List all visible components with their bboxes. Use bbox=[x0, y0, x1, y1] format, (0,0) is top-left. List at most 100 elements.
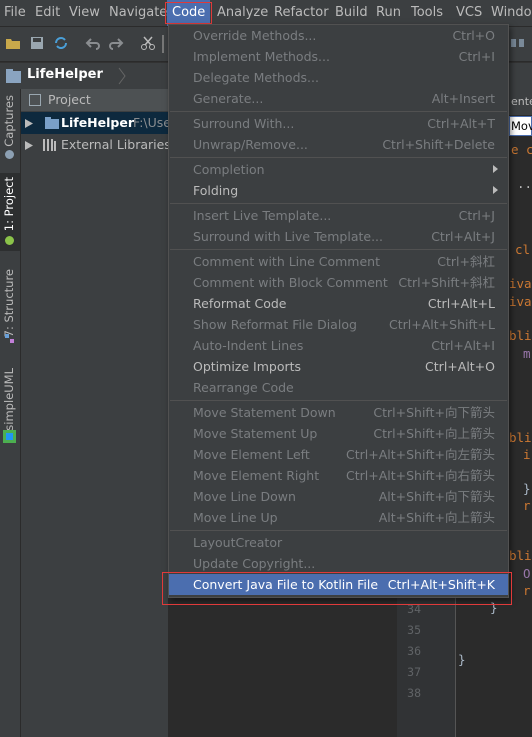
menu-item-folding[interactable]: Folding bbox=[169, 180, 508, 201]
sdk-manager-icon[interactable] bbox=[510, 35, 526, 51]
editor-search-field[interactable]: Mov bbox=[509, 116, 532, 136]
tree-item-external-libraries[interactable]: External Libraries bbox=[21, 134, 171, 156]
menu-edit[interactable]: Edit bbox=[35, 0, 60, 26]
menu-navigate[interactable]: Navigate bbox=[109, 0, 167, 26]
menu-item-unwrap-remove[interactable]: Unwrap/Remove... Ctrl+Shift+Delete bbox=[169, 134, 508, 155]
code-editor[interactable]: 34 35 36 37 38 } } bbox=[397, 598, 532, 737]
menu-item-move-statement-down[interactable]: Move Statement Down Ctrl+Shift+向下箭头 bbox=[169, 402, 508, 423]
open-folder-icon[interactable] bbox=[5, 35, 21, 51]
menu-item-generate[interactable]: Generate... Alt+Insert bbox=[169, 88, 508, 109]
menu-item-layout-creator[interactable]: LayoutCreator bbox=[169, 532, 508, 553]
code-fragment: iva bbox=[509, 294, 532, 309]
menu-item-move-statement-up[interactable]: Move Statement Up Ctrl+Shift+向上箭头 bbox=[169, 423, 508, 444]
project-panel-title[interactable]: Project bbox=[48, 92, 91, 107]
code-fragment: bli bbox=[509, 548, 532, 563]
menu-item-delegate-methods[interactable]: Delegate Methods... bbox=[169, 67, 508, 88]
expand-arrow-icon[interactable] bbox=[25, 119, 33, 128]
menu-item-optimize-imports[interactable]: Optimize Imports Ctrl+Alt+O bbox=[169, 356, 508, 377]
menu-item-update-copyright[interactable]: Update Copyright... bbox=[169, 553, 508, 574]
project-panel: Project LifeHelper F:\Use External Libra… bbox=[21, 89, 171, 737]
menu-separator bbox=[170, 400, 507, 401]
menu-item-completion[interactable]: Completion bbox=[169, 159, 508, 180]
menu-item-surround-live-template[interactable]: Surround with Live Template... Ctrl+Alt+J bbox=[169, 226, 508, 247]
menu-item-comment-block[interactable]: Comment with Block Comment Ctrl+Shift+斜杠 bbox=[169, 272, 508, 293]
menu-item-move-line-down[interactable]: Move Line Down Alt+Shift+向下箭头 bbox=[169, 486, 508, 507]
line-number: 38 bbox=[407, 686, 421, 700]
menu-refactor[interactable]: Refactor bbox=[274, 0, 329, 26]
line-number: 36 bbox=[407, 644, 421, 658]
code-fragment: cl bbox=[515, 242, 531, 257]
submenu-arrow-icon bbox=[493, 186, 498, 194]
menu-vcs[interactable]: VCS bbox=[456, 0, 482, 26]
structure-icon bbox=[5, 334, 14, 343]
expand-arrow-icon[interactable] bbox=[25, 141, 33, 150]
code-fragment: } bbox=[523, 481, 531, 496]
save-icon[interactable] bbox=[29, 35, 45, 51]
tree-item-label: External Libraries bbox=[61, 137, 171, 152]
sync-icon[interactable] bbox=[53, 35, 69, 51]
code-fragment: r bbox=[523, 583, 531, 598]
libraries-icon bbox=[43, 139, 56, 151]
tab-captures[interactable]: Captures bbox=[0, 91, 20, 161]
code-fragment: ... bbox=[517, 176, 532, 191]
tree-item-label: LifeHelper bbox=[61, 115, 134, 130]
code-fragment: iva bbox=[509, 276, 532, 291]
editor-tab-label[interactable]: enter bbox=[511, 95, 532, 108]
line-number: 35 bbox=[407, 623, 421, 637]
project-folder-icon bbox=[6, 69, 21, 83]
code-fragment: m bbox=[523, 346, 531, 361]
menu-item-move-line-up[interactable]: Move Line Up Alt+Shift+向上箭头 bbox=[169, 507, 508, 528]
project-view-icon bbox=[29, 94, 41, 106]
tree-item-path: F:\Use bbox=[133, 115, 171, 130]
menu-item-insert-live-template[interactable]: Insert Live Template... Ctrl+J bbox=[169, 205, 508, 226]
code-fragment: O bbox=[523, 566, 531, 581]
menu-window[interactable]: Window bbox=[491, 0, 532, 26]
menu-item-show-reformat-dialog[interactable]: Show Reformat File Dialog Ctrl+Alt+Shift+… bbox=[169, 314, 508, 335]
menu-item-override-methods[interactable]: Override Methods... Ctrl+O bbox=[169, 25, 508, 46]
android-project-icon bbox=[5, 236, 14, 245]
menu-item-rearrange-code[interactable]: Rearrange Code bbox=[169, 377, 508, 398]
menu-item-implement-methods[interactable]: Implement Methods... Ctrl+I bbox=[169, 46, 508, 67]
menu-item-comment-line[interactable]: Comment with Line Comment Ctrl+斜杠 bbox=[169, 251, 508, 272]
menu-analyze[interactable]: Analyze bbox=[217, 0, 268, 26]
cut-icon[interactable] bbox=[140, 35, 156, 51]
code-fragment: } bbox=[458, 652, 466, 667]
uml-icon bbox=[3, 430, 16, 443]
menu-run[interactable]: Run bbox=[376, 0, 401, 26]
toolbar-divider bbox=[162, 35, 164, 53]
editor-search-text: Mov bbox=[511, 119, 532, 133]
menu-view[interactable]: View bbox=[69, 0, 100, 26]
tab-project[interactable]: 1: Project bbox=[0, 173, 20, 251]
tree-item-lifehelper[interactable]: LifeHelper F:\Use bbox=[21, 112, 171, 134]
menu-build[interactable]: Build bbox=[335, 0, 368, 26]
tab-structure[interactable]: 7: Structure bbox=[0, 265, 20, 349]
code-fragment: e c bbox=[511, 142, 532, 157]
left-tool-window-strip: Captures 1: Project 7: Structure simpleU… bbox=[0, 89, 21, 737]
module-folder-icon bbox=[45, 117, 59, 129]
submenu-arrow-icon bbox=[493, 165, 498, 173]
menu-item-reformat-code[interactable]: Reformat Code Ctrl+Alt+L bbox=[169, 293, 508, 314]
menu-item-auto-indent[interactable]: Auto-Indent Lines Ctrl+Alt+I bbox=[169, 335, 508, 356]
menu-item-move-element-right[interactable]: Move Element Right Ctrl+Alt+Shift+向右箭头 bbox=[169, 465, 508, 486]
line-number-gutter: 34 35 36 37 38 bbox=[397, 598, 456, 737]
menu-separator bbox=[170, 111, 507, 112]
menu-separator bbox=[170, 249, 507, 250]
menu-item-move-element-left[interactable]: Move Element Left Ctrl+Alt+Shift+向左箭头 bbox=[169, 444, 508, 465]
code-fragment: i bbox=[523, 447, 531, 462]
redo-icon[interactable] bbox=[108, 35, 124, 51]
tab-simpleuml[interactable]: simpleUML bbox=[0, 364, 20, 446]
menu-file[interactable]: File bbox=[4, 0, 26, 26]
editor-tab-strip: enter bbox=[509, 89, 532, 115]
code-fragment: bli bbox=[509, 328, 532, 343]
code-editor-visible-strip: e c ... cl iva iva bli m bli i } r bli O… bbox=[509, 136, 532, 598]
menu-separator bbox=[170, 530, 507, 531]
undo-icon[interactable] bbox=[85, 35, 101, 51]
line-number: 37 bbox=[407, 665, 421, 679]
convert-item-highlight-box bbox=[162, 572, 512, 605]
menu-tools[interactable]: Tools bbox=[411, 0, 443, 26]
menu-item-surround-with[interactable]: Surround With... Ctrl+Alt+T bbox=[169, 113, 508, 134]
code-fragment: r bbox=[523, 498, 531, 513]
breadcrumb-project[interactable]: LifeHelper bbox=[27, 67, 103, 82]
menu-separator bbox=[170, 157, 507, 158]
project-panel-header: Project bbox=[21, 89, 168, 111]
